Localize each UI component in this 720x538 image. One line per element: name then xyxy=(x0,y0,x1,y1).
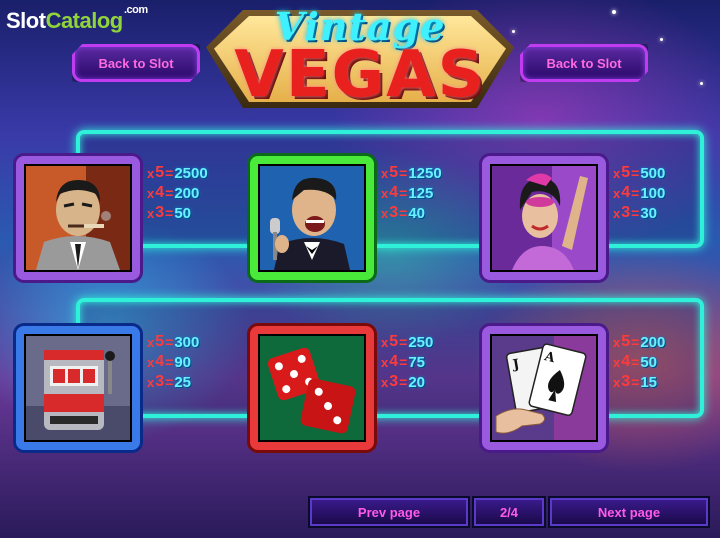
pay-line: x 4 = 200 xyxy=(147,184,200,202)
symbol-cards: J A xyxy=(482,326,606,450)
playing-cards-icon: J A xyxy=(490,334,598,442)
slot-machine-icon xyxy=(24,334,132,442)
pay-line: x 4 = 125 xyxy=(381,184,434,202)
pay-line: x 3 = 20 xyxy=(381,373,426,391)
symbol-dice xyxy=(250,326,374,450)
pay-line: x 4 = 100 xyxy=(613,184,666,202)
pay-line: x 5 = 200 xyxy=(613,333,666,351)
symbol-showgirl xyxy=(482,156,606,280)
paytable-showgirl: x 5 = 500 x 4 = 100 x 3 = 30 xyxy=(613,163,713,223)
pay-line: x 4 = 75 xyxy=(381,353,426,371)
prev-page-button[interactable]: Prev page xyxy=(310,498,468,526)
back-to-slot-button-left[interactable]: Back to Slot xyxy=(72,44,200,82)
page-indicator: 2/4 xyxy=(474,498,544,526)
pay-line: x 4 = 50 xyxy=(613,353,658,371)
mobster-icon xyxy=(24,164,132,272)
pay-line: x 4 = 90 xyxy=(147,353,192,371)
paytable-singer: x 5 = 1250 x 4 = 125 x 3 = 40 xyxy=(381,163,481,223)
showgirl-icon xyxy=(490,164,598,272)
symbol-mobster xyxy=(16,156,140,280)
pay-line: x 3 = 25 xyxy=(147,373,192,391)
pay-line: x 3 = 30 xyxy=(613,204,658,222)
pay-line: x 3 = 40 xyxy=(381,204,426,222)
back-to-slot-button-right[interactable]: Back to Slot xyxy=(520,44,648,82)
symbol-singer xyxy=(250,156,374,280)
pay-line: x 5 = 250 xyxy=(381,333,434,351)
dice-icon xyxy=(258,334,366,442)
pay-line: x 3 = 15 xyxy=(613,373,658,391)
paytable-dice: x 5 = 250 x 4 = 75 x 3 = 20 xyxy=(381,332,481,392)
singer-icon xyxy=(258,164,366,272)
pay-line: x 5 = 1250 xyxy=(381,164,442,182)
paytable-mobster: x 5 = 2500 x 4 = 200 x 3 = 50 xyxy=(147,163,247,223)
pay-line: x 5 = 2500 xyxy=(147,164,208,182)
pay-line: x 3 = 50 xyxy=(147,204,192,222)
next-page-button[interactable]: Next page xyxy=(550,498,708,526)
paytable-slot-machine: x 5 = 300 x 4 = 90 x 3 = 25 xyxy=(147,332,247,392)
paytable-cards: x 5 = 200 x 4 = 50 x 3 = 15 xyxy=(613,332,713,392)
pay-line: x 5 = 500 xyxy=(613,164,666,182)
pay-line: x 5 = 300 xyxy=(147,333,200,351)
symbol-slot-machine xyxy=(16,326,140,450)
